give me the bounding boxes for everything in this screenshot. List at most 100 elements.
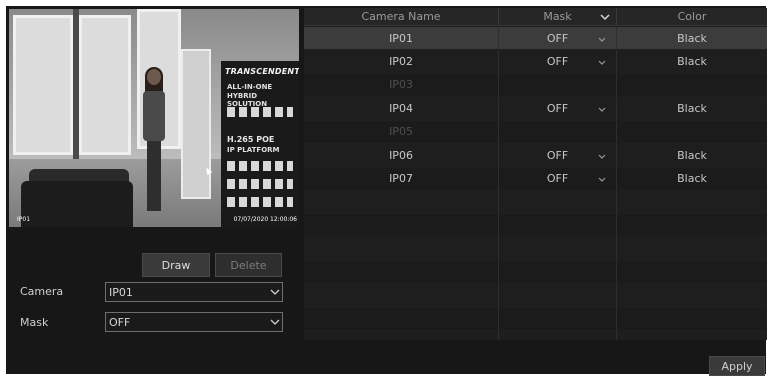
poster-line-1: ALL-IN-ONE (227, 83, 273, 91)
cell-camera-name (304, 260, 499, 284)
cell-color (617, 214, 767, 236)
cell-color (617, 238, 767, 260)
chevron-down-icon[interactable] (599, 11, 611, 23)
cell-camera-name: IP01 (304, 27, 499, 50)
cell-mask[interactable]: OFF (499, 27, 617, 50)
table-row[interactable]: IP03 (304, 73, 767, 98)
chevron-down-icon (596, 173, 608, 185)
draw-button[interactable]: Draw (142, 253, 210, 277)
cell-mask (499, 73, 617, 97)
cell-mask-value: OFF (546, 148, 569, 162)
person (137, 67, 171, 219)
poster-camera-row (227, 197, 293, 207)
cell-camera-name: IP05 (304, 120, 499, 143)
cell-camera-name (304, 331, 499, 340)
table-row[interactable]: IP06 OFF Black (304, 143, 767, 168)
advert-poster: TRANSCENDENT ALL-IN-ONE HYBRID SOLUTION … (221, 61, 299, 227)
camera-preview[interactable]: TRANSCENDENT ALL-IN-ONE HYBRID SOLUTION … (9, 9, 299, 227)
cell-color[interactable]: Black (617, 50, 767, 72)
table-body: IP01 OFF Black IP02 OFF Black IP03 IP04 OFF Black… (304, 27, 767, 340)
poster-camera-row (227, 161, 293, 171)
cell-mask (499, 331, 617, 340)
person-head (147, 69, 161, 85)
cell-color (617, 261, 767, 283)
cell-mask-value: OFF (546, 31, 569, 45)
cell-color[interactable]: Black (617, 97, 767, 119)
window-frame (73, 9, 79, 169)
cell-camera-name (304, 214, 499, 237)
cell-camera-name (304, 237, 499, 260)
table-row[interactable]: IP02 OFF Black (304, 50, 767, 74)
column-header-mask[interactable]: Mask (499, 8, 617, 25)
mask-select[interactable]: OFF (105, 312, 283, 332)
table-row[interactable] (304, 307, 767, 332)
cell-color (617, 308, 767, 330)
chevron-down-icon (268, 315, 282, 329)
cell-camera-name (304, 307, 499, 331)
cell-camera-name: IP07 (304, 167, 499, 190)
cell-camera-name: IP02 (304, 50, 499, 73)
mask-label: Mask (20, 316, 49, 329)
person-legs (147, 141, 161, 211)
column-header-camera-name: Camera Name (304, 8, 499, 25)
poster-camera-row (227, 179, 293, 189)
table-row[interactable]: IP04 OFF Black (304, 97, 767, 121)
camera-select-value: IP01 (109, 285, 133, 299)
cell-mask (499, 307, 617, 331)
apply-button[interactable]: Apply (709, 356, 765, 376)
cell-mask (499, 214, 617, 237)
cell-color (617, 284, 767, 306)
table-header: Camera Name Mask Color (304, 8, 767, 26)
cell-camera-name: IP03 (304, 73, 499, 97)
cell-mask (499, 260, 617, 284)
cell-color (617, 331, 767, 340)
cell-color[interactable]: Black (617, 144, 767, 166)
poster-line-2: HYBRID SOLUTION (227, 92, 268, 108)
table-row[interactable] (304, 284, 767, 308)
chevron-down-icon (596, 103, 608, 115)
table-row[interactable] (304, 331, 767, 340)
privacy-mask-panel: TRANSCENDENT ALL-IN-ONE HYBRID SOLUTION … (6, 6, 767, 376)
table-row[interactable]: IP07 OFF Black (304, 167, 767, 191)
cell-color (617, 191, 767, 213)
column-header-color: Color (677, 10, 707, 23)
cell-mask[interactable]: OFF (499, 167, 617, 190)
cell-mask[interactable]: OFF (499, 50, 617, 73)
poster-camera-row (227, 107, 293, 117)
cell-mask[interactable]: OFF (499, 143, 617, 167)
cell-color (617, 121, 767, 143)
osd-camera-name: IP01 (17, 216, 31, 223)
window-pane (79, 15, 131, 155)
table-row[interactable]: IP05 (304, 120, 767, 144)
chevron-down-icon (268, 285, 282, 299)
cell-mask-value: OFF (546, 101, 569, 115)
table-row[interactable] (304, 237, 767, 261)
table-row[interactable] (304, 260, 767, 285)
cell-color (617, 74, 767, 96)
camera-mask-table: Camera Name Mask Color IP01 OFF Black IP02 O… (304, 8, 767, 340)
door (181, 49, 211, 199)
cell-camera-name: IP06 (304, 143, 499, 167)
cell-color[interactable]: Black (617, 167, 767, 189)
osd-timestamp: 07/07/2020 12:00:06 (233, 216, 297, 223)
cell-color[interactable]: Black (617, 27, 767, 49)
cell-mask (499, 190, 617, 214)
table-row[interactable]: IP01 OFF Black (304, 27, 767, 51)
poster-line-4: IP PLATFORM (227, 146, 280, 154)
chevron-down-icon (596, 33, 608, 45)
cell-mask[interactable]: OFF (499, 97, 617, 120)
camera-label: Camera (20, 285, 64, 298)
table-row[interactable] (304, 214, 767, 238)
cell-mask-value: OFF (546, 55, 569, 69)
mask-select-value: OFF (109, 315, 131, 329)
person-torso (143, 91, 165, 141)
poster-line-3: H.265 POE (227, 135, 275, 144)
cell-camera-name (304, 284, 499, 307)
camera-select[interactable]: IP01 (105, 282, 283, 302)
chevron-down-icon (596, 150, 608, 162)
column-header-mask-label: Mask (543, 10, 572, 23)
delete-button[interactable]: Delete (215, 253, 282, 277)
cell-mask (499, 120, 617, 143)
cell-camera-name (304, 190, 499, 214)
table-row[interactable] (304, 190, 767, 215)
